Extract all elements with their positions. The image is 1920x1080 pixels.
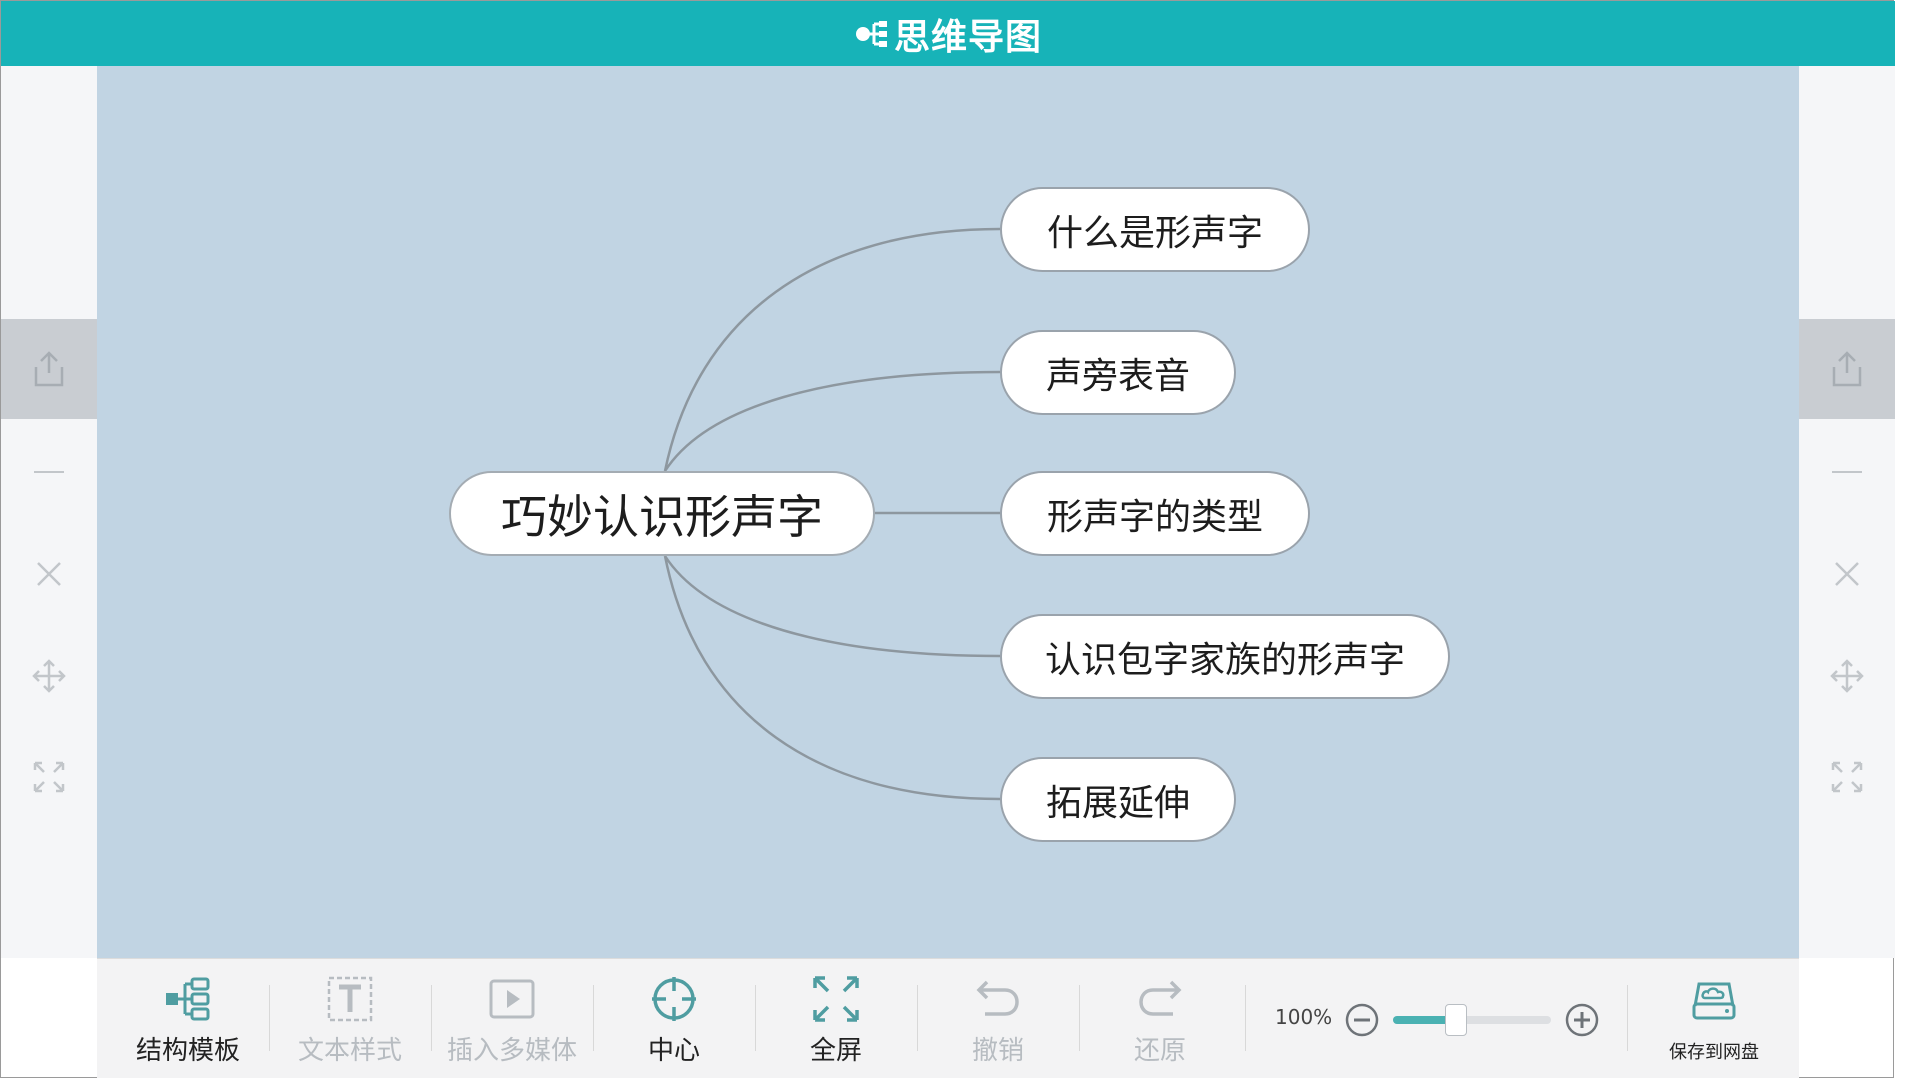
left-share-button[interactable] [1,319,97,419]
topic-node-5[interactable]: 拓展延伸 [1000,757,1236,842]
close-icon [37,562,61,586]
topic-node-1[interactable]: 什么是形声字 [1000,187,1310,272]
text-style-icon [327,976,373,1022]
left-close-button[interactable] [1,524,97,624]
structure-template-label: 结构模板 [135,1036,240,1066]
root-topic-node[interactable]: 巧妙认识形声字 [449,471,875,556]
undo-label: 撤销 [971,1036,1024,1066]
media-icon [489,979,535,1019]
connector-lines [663,227,1001,801]
redo-label: 还原 [1133,1036,1186,1066]
right-move-button[interactable] [1799,626,1895,726]
fullscreen-button[interactable]: 全屏 [755,959,917,1079]
expand-icon [33,761,65,793]
zoom-slider-thumb[interactable] [1445,1004,1468,1036]
save-to-cloud-button[interactable]: 保存到网盘 [1629,959,1799,1079]
redo-icon [1139,980,1182,1016]
undo-icon [976,980,1019,1016]
right-share-button[interactable] [1799,319,1895,419]
left-move-button[interactable] [1,626,97,726]
insert-media-label: 插入多媒体 [446,1036,577,1066]
redo-button[interactable]: 还原 [1079,959,1241,1079]
connector-1 [663,227,1001,472]
minus-icon [1832,471,1862,473]
left-minus-button[interactable] [1,422,97,522]
close-icon [1835,562,1859,586]
mindmap-canvas[interactable]: 巧妙认识形声字 什么是形声字 声旁表音 形声字的类型 认识包字家族的形声字 拓展… [97,66,1799,958]
header-bar: 思维导图 [1,1,1895,66]
cloud-drive-icon [1692,982,1736,1020]
app-title: 思维导图 [893,16,1042,58]
topic-node-4[interactable]: 认识包字家族的形声字 [1000,614,1450,699]
topic-node-2[interactable]: 声旁表音 [1000,330,1236,415]
move-icon [1830,659,1864,693]
center-icon [652,977,696,1021]
app-window: 思维导图 巧妙认识形声字 什么是形声字 声旁表音 形声字的类型 认识包字家族的形… [0,0,1895,1078]
connector-5 [663,555,1001,801]
undo-button[interactable]: 撤销 [917,959,1079,1079]
fullscreen-label: 全屏 [809,1036,862,1066]
share-icon [34,351,64,387]
connector-2 [663,370,1001,472]
text-style-button[interactable]: 文本样式 [269,959,431,1079]
bottom-toolbar: 结构模板 文本样式 插入多媒体 中心 全屏 撤销 还原 100% 保存到网盘 [97,958,1799,1078]
left-tool-rail [1,66,97,958]
right-minus-button[interactable] [1799,422,1895,522]
minus-icon [34,471,64,473]
structure-icon [166,977,210,1021]
topic-node-3[interactable]: 形声字的类型 [1000,471,1310,556]
move-icon [32,659,66,693]
zoom-percentage: 100% [1275,1005,1333,1029]
structure-template-button[interactable]: 结构模板 [107,959,269,1079]
center-label: 中心 [647,1036,700,1066]
expand-icon [1831,761,1863,793]
right-tool-rail [1799,66,1895,958]
zoom-out-button[interactable] [1344,1002,1380,1038]
right-close-button[interactable] [1799,524,1895,624]
share-icon [1832,351,1862,387]
zoom-slider[interactable] [1393,1004,1551,1036]
text-style-label: 文本样式 [297,1036,402,1066]
zoom-in-button[interactable] [1564,1002,1600,1038]
left-expand-button[interactable] [1,727,97,827]
toolbar-divider [1627,985,1628,1051]
center-button[interactable]: 中心 [593,959,755,1079]
insert-media-button[interactable]: 插入多媒体 [431,959,593,1079]
save-to-cloud-label: 保存到网盘 [1669,1042,1759,1063]
connector-4 [663,555,1001,658]
right-expand-button[interactable] [1799,727,1895,827]
fullscreen-icon [813,976,859,1022]
toolbar-divider [1245,985,1246,1051]
mindmap-logo-icon [855,20,887,47]
